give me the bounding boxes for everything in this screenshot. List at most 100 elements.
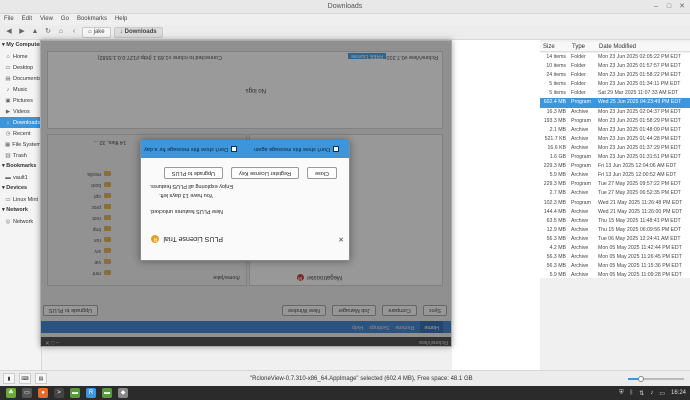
- menu-go[interactable]: Go: [61, 14, 69, 25]
- file-row[interactable]: 16.6 KB Archive Mon 23 Jun 2025 01:37:29 P…: [540, 144, 690, 153]
- checkbox-box: [231, 146, 237, 152]
- terminal-app-icon[interactable]: >: [54, 388, 64, 398]
- dont-show-again-checkbox[interactable]: Don't show this message for a day: [144, 146, 237, 152]
- column-date-modified[interactable]: Date Modified: [596, 42, 690, 51]
- register-license-key-button[interactable]: Register License Key: [230, 167, 299, 179]
- sidebar-item-music[interactable]: ♪ Music: [0, 84, 41, 95]
- file-row[interactable]: 5 items Folder Mon 23 Jun 2025 01:34:11 PM…: [540, 80, 690, 89]
- menu-bookmarks[interactable]: Bookmarks: [77, 14, 107, 25]
- sidebar-item-home[interactable]: ⌂ Home: [0, 51, 41, 62]
- sidebar-item-videos[interactable]: ▶ Videos: [0, 106, 41, 117]
- network-tray-icon[interactable]: ⇅: [639, 390, 644, 397]
- sidebar-item-trash[interactable]: ▥ Trash: [0, 150, 41, 161]
- file-row[interactable]: 24 items Folder Mon 23 Jun 2025 01:58:22 P…: [540, 71, 690, 80]
- file-row[interactable]: 5 items Folder Sat 29 Mar 2025 11:07:33 AM…: [540, 89, 690, 98]
- sidebar-item-desktop[interactable]: ▭ Desktop: [0, 62, 41, 73]
- file-row[interactable]: 144.4 MB Archive Wed 21 May 2025 11:26:00 …: [540, 208, 690, 217]
- file-row[interactable]: 5.9 MB Archive Fri 13 Jun 2025 12:00:52 AM…: [540, 171, 690, 180]
- up-icon[interactable]: ▲: [30, 27, 40, 37]
- forward-icon[interactable]: ▶: [17, 27, 27, 37]
- file-date-cell: Mon 23 Jun 2025 01:48:09 PM EDT: [598, 126, 681, 133]
- taskbar-files-window-icon[interactable]: ▬: [102, 388, 112, 398]
- menu-view[interactable]: View: [40, 14, 53, 25]
- taskbar-rclone-window-icon[interactable]: ◆: [118, 388, 128, 398]
- file-row[interactable]: 56.3 MB Archive Tue 06 May 2025 12:24:41 A…: [540, 235, 690, 244]
- file-type-cell: Folder: [571, 54, 586, 60]
- file-row[interactable]: 10 items Folder Mon 23 Jun 2025 01:57:57 P…: [540, 62, 690, 71]
- files-app-icon[interactable]: ▬: [70, 388, 80, 398]
- file-row[interactable]: 5.9 MB Archive Mon 05 May 2025 11:09:28 PM…: [540, 271, 690, 280]
- clock[interactable]: 16:24: [671, 390, 686, 396]
- dialog-title: PLUS License Trial R: [151, 235, 223, 243]
- menu-edit[interactable]: Edit: [22, 14, 32, 25]
- close-button[interactable]: Close: [306, 167, 337, 179]
- home-button-icon[interactable]: ⌂: [56, 27, 66, 37]
- sidebar-item-documents[interactable]: ▤ Documents: [0, 73, 41, 84]
- sidebar-item-pictures[interactable]: ▣ Pictures: [0, 95, 41, 106]
- home-icon: ⌂: [6, 53, 10, 60]
- breadcrumb-jake[interactable]: ⌂ jake: [82, 26, 111, 38]
- sidebar-item-network[interactable]: ◎ Network: [0, 216, 41, 227]
- file-row[interactable]: 12.9 MB Archive Thu 15 May 2025 06:09:56 P…: [540, 226, 690, 235]
- dont-show-day-checkbox[interactable]: Don't show this message again: [254, 146, 339, 152]
- column-type[interactable]: Type: [569, 42, 596, 51]
- zoom-slider[interactable]: [628, 376, 684, 382]
- file-row[interactable]: 193.3 MB Program Mon 23 Jun 2025 01:58:29 …: [540, 117, 690, 126]
- minimize-icon[interactable]: –: [652, 3, 660, 11]
- sidebar-item-recent[interactable]: ◷ Recent: [0, 128, 41, 139]
- file-row[interactable]: 229.3 MB Program Tue 27 May 2025 09:57:22 …: [540, 180, 690, 189]
- file-row[interactable]: 521.7 KB Archive Mon 23 Jun 2025 01:44:28 …: [540, 135, 690, 144]
- column-size[interactable]: Size: [540, 42, 569, 51]
- firefox-icon[interactable]: ●: [38, 388, 48, 398]
- file-row[interactable]: 4.2 MB Archive Mon 05 May 2025 11:42:44 PM…: [540, 244, 690, 253]
- menu-file[interactable]: File: [4, 14, 14, 25]
- file-row[interactable]: 63.5 MB Archive Thu 15 May 2025 11:48:41 P…: [540, 217, 690, 226]
- dialog-line-days-left: You have 13 days left.: [159, 192, 213, 198]
- terminal-icon[interactable]: ⌨: [19, 373, 31, 384]
- toggle-sidebar-icon[interactable]: ▮: [3, 373, 15, 384]
- file-row[interactable]: 56.3 MB Archive Mon 05 May 2025 11:15:36 P…: [540, 262, 690, 271]
- tree-view-icon[interactable]: ▤: [35, 373, 47, 384]
- file-date-cell: Wed 21 May 2025 11:26:48 PM EDT: [598, 199, 683, 206]
- window-controls: – □ ✕: [652, 3, 686, 11]
- volume-icon[interactable]: ♪: [650, 390, 653, 396]
- upgrade-to-plus-dialog-button[interactable]: Upgrade to PLUS: [163, 167, 223, 179]
- file-row[interactable]: 2.1 MB Archive Mon 23 Jun 2025 01:48:09 PM…: [540, 126, 690, 135]
- refresh-icon[interactable]: ↻: [43, 27, 53, 37]
- downloads-icon: ↓: [6, 119, 10, 126]
- dialog-close-icon[interactable]: ✕: [338, 235, 344, 243]
- file-row[interactable]: 602.4 MB Program Wed 25 Jun 2025 04:23:49 …: [540, 98, 690, 108]
- show-desktop-icon[interactable]: ▭: [22, 388, 32, 398]
- previous-crumb-icon[interactable]: ‹: [69, 27, 79, 37]
- file-list-header: Size Type Date Modified: [540, 42, 690, 52]
- breadcrumb-downloads[interactable]: ↓ Downloads: [113, 26, 163, 38]
- file-row[interactable]: 1.6 GB Program Mon 23 Jun 2025 01:31:51 PM…: [540, 153, 690, 162]
- menu-help[interactable]: Help: [115, 14, 127, 25]
- shield-icon[interactable]: ⛨: [619, 390, 624, 397]
- zoom-handle[interactable]: [637, 376, 644, 382]
- file-row[interactable]: 2.7 MB Archive Tue 27 May 2025 06:52:35 PM…: [540, 189, 690, 198]
- mint-menu-icon[interactable]: ☘: [6, 388, 16, 398]
- rcloneview-app-icon[interactable]: R: [86, 388, 96, 398]
- battery-icon[interactable]: ▭: [659, 390, 665, 397]
- maximize-icon[interactable]: □: [665, 3, 673, 11]
- bluetooth-icon[interactable]: ᛒ: [630, 390, 634, 396]
- file-row[interactable]: 16.3 MB Archive Mon 23 Jun 2025 02:04:37 P…: [540, 108, 690, 117]
- file-date-cell: Mon 23 Jun 2025 02:05:22 PM EDT: [598, 54, 681, 60]
- sidebar-item-downloads[interactable]: ↓ Downloads: [0, 117, 41, 128]
- back-icon[interactable]: ◀: [4, 27, 14, 37]
- file-size-cell: 56.3 MB: [546, 263, 566, 270]
- sidebar-item-linux-mint[interactable]: ▭ Linux Mint: [0, 194, 41, 205]
- file-size-cell: 2.1 MB: [549, 126, 566, 133]
- file-row[interactable]: 56.3 MB Archive Mon 05 May 2025 11:26:45 P…: [540, 253, 690, 262]
- sidebar-item-vault1[interactable]: ▬ vault1: [0, 172, 41, 183]
- file-row[interactable]: 14 items Folder Mon 23 Jun 2025 02:05:22 P…: [540, 53, 690, 62]
- recent-icon: ◷: [5, 130, 11, 137]
- file-type-cell: Program: [571, 117, 591, 124]
- file-row[interactable]: 229.3 MB Program Fri 13 Jun 2025 12:04:06 …: [540, 162, 690, 171]
- close-icon[interactable]: ✕: [678, 3, 686, 11]
- sidebar-item-file-system[interactable]: ▦ File System: [0, 139, 41, 150]
- file-date-cell: Mon 23 Jun 2025 01:57:57 PM EDT: [598, 63, 681, 70]
- file-row[interactable]: 102.3 MB Program Wed 21 May 2025 11:26:48 …: [540, 199, 690, 208]
- file-date-cell: Tue 27 May 2025 06:52:35 PM EDT: [598, 190, 681, 197]
